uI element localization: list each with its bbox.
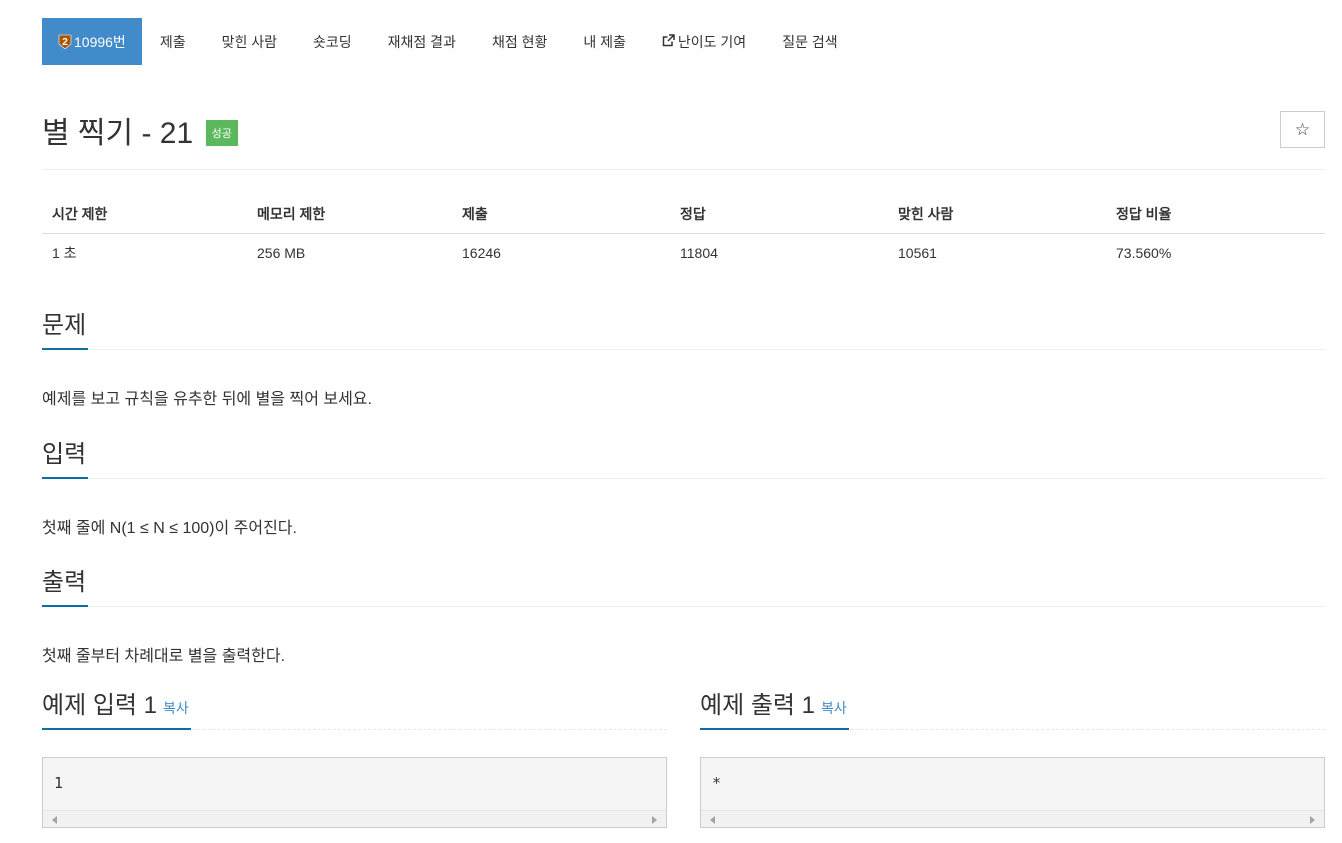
output-section: 출력 첫째 줄부터 차례대로 별을 출력한다. — [42, 569, 1325, 666]
table-row: 1 초 256 MB 16246 11804 10561 73.560% — [42, 233, 1325, 273]
tab-rejudge-results[interactable]: 재채점 결과 — [370, 18, 474, 65]
header-solved-users: 맞힌 사람 — [888, 195, 1106, 234]
page-title: 별 찍기 - 21 — [42, 117, 194, 150]
problem-info-table: 시간 제한 메모리 제한 제출 정답 맞힌 사람 정답 비율 1 초 256 M… — [42, 195, 1325, 273]
header-accept-ratio: 정답 비율 — [1106, 195, 1325, 234]
section-header: 예제 출력 1 복사 — [700, 692, 1325, 730]
value-submissions: 16246 — [462, 245, 501, 262]
tab-submit[interactable]: 제출 — [142, 18, 204, 65]
star-icon: ☆ — [1294, 119, 1311, 139]
value-accept-ratio: 73.560% — [1116, 245, 1172, 262]
tab-question-search[interactable]: 질문 검색 — [764, 18, 855, 65]
problem-nav: 2 10996번 제출 맞힌 사람 숏코딩 재채점 결과 채점 현황 내 제출 … — [42, 18, 856, 65]
tab-solved-users[interactable]: 맞힌 사람 — [204, 18, 295, 65]
tab-my-submissions[interactable]: 내 제출 — [565, 18, 644, 65]
section-heading-sample-input: 예제 입력 1 복사 — [42, 692, 191, 730]
tab-short-coding[interactable]: 숏코딩 — [295, 18, 370, 65]
tab-difficulty-contribution-label: 난이도 기여 — [677, 33, 747, 50]
tab-judge-status-label: 채점 현황 — [491, 33, 548, 50]
sample-input-content: 1 — [54, 774, 64, 792]
sample-output-content: * — [712, 774, 722, 792]
table-header-row: 시간 제한 메모리 제한 제출 정답 맞힌 사람 정답 비율 — [42, 195, 1325, 234]
section-heading-input: 입력 — [42, 441, 89, 479]
tier-level-label: 2 — [62, 37, 68, 48]
section-header: 입력 — [42, 441, 1325, 479]
header-accepted: 정답 — [670, 195, 888, 234]
section-heading-sample-output: 예제 출력 1 복사 — [700, 692, 849, 730]
value-solved-users: 10561 — [898, 245, 937, 262]
status-badge: 성공 — [205, 120, 238, 146]
tab-my-submissions-label: 내 제출 — [583, 33, 626, 50]
horizontal-scrollbar[interactable] — [701, 810, 1324, 827]
section-header: 출력 — [42, 569, 1325, 607]
horizontal-scrollbar[interactable] — [43, 810, 666, 827]
section-header: 예제 입력 1 복사 — [42, 692, 667, 730]
tab-problem-number-label: 10996번 — [74, 33, 126, 50]
problem-description-text: 예제를 보고 규칙을 유추한 뒤에 별을 찍어 보세요. — [42, 391, 372, 408]
tab-question-search-label: 질문 검색 — [782, 33, 838, 50]
tab-solved-users-label: 맞힌 사람 — [221, 33, 277, 50]
header-submissions: 제출 — [452, 195, 670, 234]
sample-output-title: 예제 출력 1 — [700, 692, 816, 719]
problem-description-section: 문제 예제를 보고 규칙을 유추한 뒤에 별을 찍어 보세요. — [42, 312, 1325, 409]
tab-problem-number[interactable]: 2 10996번 — [42, 18, 142, 65]
external-link-icon — [662, 33, 675, 50]
problem-title-row: 별 찍기 - 21 성공 ☆ — [42, 108, 1325, 170]
value-memory-limit: 256 MB — [257, 245, 306, 262]
output-description-text: 첫째 줄부터 차례대로 별을 출력한다. — [42, 648, 286, 665]
copy-sample-output-button[interactable]: 복사 — [821, 700, 847, 716]
section-heading-output: 출력 — [42, 569, 89, 607]
scroll-right-icon[interactable] — [1310, 816, 1315, 824]
header-memory-limit: 메모리 제한 — [247, 195, 452, 234]
sample-input-box[interactable]: 1 — [42, 757, 667, 828]
tab-difficulty-contribution[interactable]: 난이도 기여 — [644, 18, 764, 65]
sample-output-box[interactable]: * — [700, 757, 1325, 828]
tab-short-coding-label: 숏코딩 — [313, 33, 352, 50]
silver-tier-icon: 2 — [58, 34, 72, 50]
value-accepted: 11804 — [680, 245, 718, 262]
scroll-left-icon[interactable] — [710, 816, 715, 824]
tab-rejudge-results-label: 재채점 결과 — [387, 33, 456, 50]
sample-input-section: 예제 입력 1 복사 1 — [42, 692, 667, 828]
value-time-limit: 1 초 — [52, 245, 77, 262]
tab-submit-label: 제출 — [159, 33, 186, 50]
scroll-left-icon[interactable] — [52, 816, 57, 824]
section-header: 문제 — [42, 312, 1325, 350]
input-description-text: 첫째 줄에 N(1 ≤ N ≤ 100)이 주어진다. — [42, 520, 297, 537]
header-time-limit: 시간 제한 — [42, 195, 247, 234]
sample-output-section: 예제 출력 1 복사 * — [700, 692, 1325, 828]
tab-judge-status[interactable]: 채점 현황 — [474, 18, 565, 65]
sample-input-title: 예제 입력 1 — [42, 692, 158, 719]
favorite-button[interactable]: ☆ — [1280, 111, 1325, 148]
section-heading-problem: 문제 — [42, 312, 89, 350]
copy-sample-input-button[interactable]: 복사 — [163, 700, 189, 716]
input-section: 입력 첫째 줄에 N(1 ≤ N ≤ 100)이 주어진다. — [42, 441, 1325, 538]
scroll-right-icon[interactable] — [652, 816, 657, 824]
